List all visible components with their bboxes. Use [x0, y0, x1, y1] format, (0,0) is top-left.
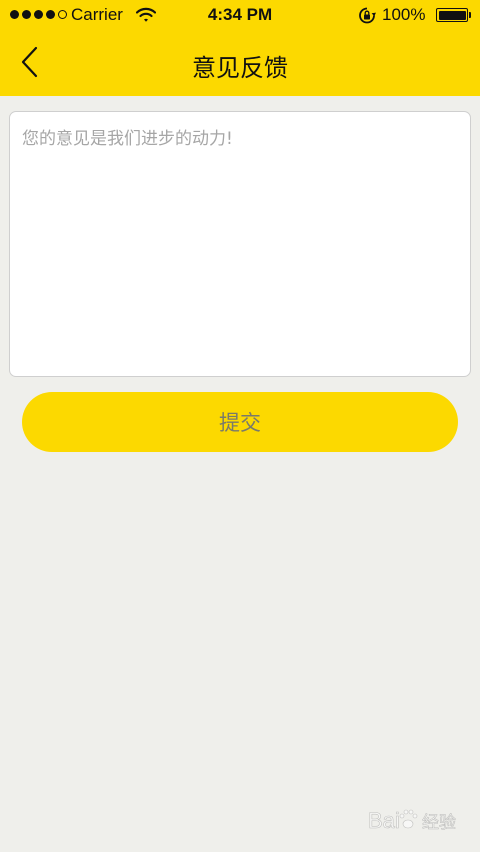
battery-icon [436, 8, 468, 22]
svg-text:Bai: Bai [368, 808, 400, 833]
battery-tip [469, 12, 471, 18]
feedback-input[interactable] [9, 111, 471, 377]
status-bar: Carrier 4:34 PM 100% [0, 0, 480, 30]
battery-percentage: 100% [382, 5, 426, 24]
svg-text:经验: 经验 [422, 813, 456, 833]
baidu-watermark-logo: Bai 经验 [368, 800, 468, 840]
rotation-lock-icon [358, 7, 376, 29]
feedback-screen: Carrier 4:34 PM 100% 意见反馈 您的意见是我们进步的动力! … [0, 0, 480, 852]
page-title: 意见反馈 [192, 54, 288, 82]
navigation-bar: 意见反馈 [0, 30, 480, 96]
submit-button[interactable]: 提交 [22, 392, 458, 452]
battery-level-fill [438, 10, 466, 20]
